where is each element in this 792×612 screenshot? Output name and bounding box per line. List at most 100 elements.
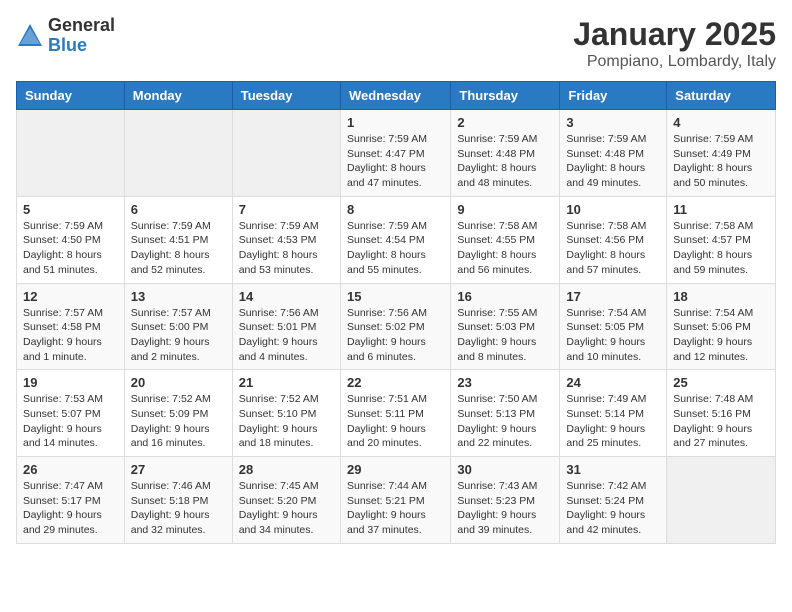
day-number: 13 xyxy=(131,289,226,304)
calendar-cell: 28 Sunrise: 7:45 AM Sunset: 5:20 PM Dayli… xyxy=(232,457,340,544)
day-number: 23 xyxy=(457,375,553,390)
calendar-week-row: 12 Sunrise: 7:57 AM Sunset: 4:58 PM Dayli… xyxy=(17,283,776,370)
calendar-week-row: 5 Sunrise: 7:59 AM Sunset: 4:50 PM Daylig… xyxy=(17,196,776,283)
day-number: 19 xyxy=(23,375,118,390)
day-info: Sunrise: 7:51 AM Sunset: 5:11 PM Dayligh… xyxy=(347,392,444,451)
day-number: 16 xyxy=(457,289,553,304)
calendar-cell: 31Sunrise: 7:42 AM Sunset: 5:24 PM Dayli… xyxy=(560,457,667,544)
day-info: Sunrise: 7:58 AM Sunset: 4:57 PM Dayligh… xyxy=(673,219,769,278)
day-info: Sunrise: 7:45 AM Sunset: 5:20 PM Dayligh… xyxy=(239,479,334,538)
day-info: Sunrise: 7:54 AM Sunset: 5:06 PM Dayligh… xyxy=(673,306,769,365)
calendar-cell: 26Sunrise: 7:47 AM Sunset: 5:17 PM Dayli… xyxy=(17,457,125,544)
day-info: Sunrise: 7:52 AM Sunset: 5:10 PM Dayligh… xyxy=(239,392,334,451)
calendar-table: SundayMondayTuesdayWednesdayThursdayFrid… xyxy=(16,81,776,544)
calendar-header-row: SundayMondayTuesdayWednesdayThursdayFrid… xyxy=(17,82,776,110)
day-number: 14 xyxy=(239,289,334,304)
day-number: 5 xyxy=(23,202,118,217)
calendar-cell xyxy=(17,110,125,197)
logo: General Blue xyxy=(16,16,115,56)
day-info: Sunrise: 7:54 AM Sunset: 5:05 PM Dayligh… xyxy=(566,306,660,365)
column-header-tuesday: Tuesday xyxy=(232,82,340,110)
day-number: 20 xyxy=(131,375,226,390)
day-info: Sunrise: 7:53 AM Sunset: 5:07 PM Dayligh… xyxy=(23,392,118,451)
calendar-cell: 8 Sunrise: 7:59 AM Sunset: 4:54 PM Daylig… xyxy=(340,196,450,283)
calendar-cell: 5 Sunrise: 7:59 AM Sunset: 4:50 PM Daylig… xyxy=(17,196,125,283)
day-info: Sunrise: 7:58 AM Sunset: 4:56 PM Dayligh… xyxy=(566,219,660,278)
calendar-cell: 13 Sunrise: 7:57 AM Sunset: 5:00 PM Dayli… xyxy=(124,283,232,370)
day-number: 29 xyxy=(347,462,444,477)
column-header-monday: Monday xyxy=(124,82,232,110)
day-info: Sunrise: 7:46 AM Sunset: 5:18 PM Dayligh… xyxy=(131,479,226,538)
logo-blue-text: Blue xyxy=(48,36,115,56)
calendar-cell: 23 Sunrise: 7:50 AM Sunset: 5:13 PM Dayli… xyxy=(451,370,560,457)
day-info: Sunrise: 7:48 AM Sunset: 5:16 PM Dayligh… xyxy=(673,392,769,451)
calendar-cell: 7 Sunrise: 7:59 AM Sunset: 4:53 PM Daylig… xyxy=(232,196,340,283)
calendar-cell: 12 Sunrise: 7:57 AM Sunset: 4:58 PM Dayli… xyxy=(17,283,125,370)
day-info: Sunrise: 7:55 AM Sunset: 5:03 PM Dayligh… xyxy=(457,306,553,365)
column-header-sunday: Sunday xyxy=(17,82,125,110)
calendar-cell: 4Sunrise: 7:59 AM Sunset: 4:49 PM Daylig… xyxy=(667,110,776,197)
day-number: 28 xyxy=(239,462,334,477)
calendar-cell: 10 Sunrise: 7:58 AM Sunset: 4:56 PM Dayli… xyxy=(560,196,667,283)
calendar-cell: 3Sunrise: 7:59 AM Sunset: 4:48 PM Daylig… xyxy=(560,110,667,197)
day-info: Sunrise: 7:59 AM Sunset: 4:50 PM Dayligh… xyxy=(23,219,118,278)
calendar-cell: 2 Sunrise: 7:59 AM Sunset: 4:48 PM Daylig… xyxy=(451,110,560,197)
calendar-cell: 19 Sunrise: 7:53 AM Sunset: 5:07 PM Dayli… xyxy=(17,370,125,457)
day-number: 30 xyxy=(457,462,553,477)
calendar-cell: 27 Sunrise: 7:46 AM Sunset: 5:18 PM Dayli… xyxy=(124,457,232,544)
calendar-cell: 29 Sunrise: 7:44 AM Sunset: 5:21 PM Dayli… xyxy=(340,457,450,544)
calendar-cell: 25 Sunrise: 7:48 AM Sunset: 5:16 PM Dayli… xyxy=(667,370,776,457)
day-number: 27 xyxy=(131,462,226,477)
day-info: Sunrise: 7:57 AM Sunset: 5:00 PM Dayligh… xyxy=(131,306,226,365)
calendar-cell: 17 Sunrise: 7:54 AM Sunset: 5:05 PM Dayli… xyxy=(560,283,667,370)
calendar-cell: 15Sunrise: 7:56 AM Sunset: 5:02 PM Dayli… xyxy=(340,283,450,370)
day-number: 31 xyxy=(566,462,660,477)
day-info: Sunrise: 7:59 AM Sunset: 4:48 PM Dayligh… xyxy=(457,132,553,191)
column-header-saturday: Saturday xyxy=(667,82,776,110)
day-info: Sunrise: 7:49 AM Sunset: 5:14 PM Dayligh… xyxy=(566,392,660,451)
calendar-cell xyxy=(232,110,340,197)
day-info: Sunrise: 7:52 AM Sunset: 5:09 PM Dayligh… xyxy=(131,392,226,451)
calendar-cell xyxy=(124,110,232,197)
day-info: Sunrise: 7:43 AM Sunset: 5:23 PM Dayligh… xyxy=(457,479,553,538)
day-number: 24 xyxy=(566,375,660,390)
day-number: 9 xyxy=(457,202,553,217)
day-number: 10 xyxy=(566,202,660,217)
day-info: Sunrise: 7:59 AM Sunset: 4:47 PM Dayligh… xyxy=(347,132,444,191)
calendar-cell: 6Sunrise: 7:59 AM Sunset: 4:51 PM Daylig… xyxy=(124,196,232,283)
calendar-week-row: 26Sunrise: 7:47 AM Sunset: 5:17 PM Dayli… xyxy=(17,457,776,544)
calendar-week-row: 1Sunrise: 7:59 AM Sunset: 4:47 PM Daylig… xyxy=(17,110,776,197)
day-info: Sunrise: 7:50 AM Sunset: 5:13 PM Dayligh… xyxy=(457,392,553,451)
day-number: 25 xyxy=(673,375,769,390)
day-number: 11 xyxy=(673,202,769,217)
calendar-cell: 20 Sunrise: 7:52 AM Sunset: 5:09 PM Dayli… xyxy=(124,370,232,457)
title-block: January 2025 Pompiano, Lombardy, Italy xyxy=(573,16,776,71)
calendar-cell: 30 Sunrise: 7:43 AM Sunset: 5:23 PM Dayli… xyxy=(451,457,560,544)
day-info: Sunrise: 7:59 AM Sunset: 4:54 PM Dayligh… xyxy=(347,219,444,278)
day-number: 17 xyxy=(566,289,660,304)
day-info: Sunrise: 7:58 AM Sunset: 4:55 PM Dayligh… xyxy=(457,219,553,278)
day-number: 8 xyxy=(347,202,444,217)
day-info: Sunrise: 7:44 AM Sunset: 5:21 PM Dayligh… xyxy=(347,479,444,538)
day-number: 2 xyxy=(457,115,553,130)
calendar-week-row: 19 Sunrise: 7:53 AM Sunset: 5:07 PM Dayli… xyxy=(17,370,776,457)
calendar-cell: 22Sunrise: 7:51 AM Sunset: 5:11 PM Dayli… xyxy=(340,370,450,457)
day-number: 12 xyxy=(23,289,118,304)
location-title: Pompiano, Lombardy, Italy xyxy=(573,53,776,71)
day-number: 7 xyxy=(239,202,334,217)
day-info: Sunrise: 7:59 AM Sunset: 4:48 PM Dayligh… xyxy=(566,132,660,191)
day-info: Sunrise: 7:56 AM Sunset: 5:01 PM Dayligh… xyxy=(239,306,334,365)
day-info: Sunrise: 7:57 AM Sunset: 4:58 PM Dayligh… xyxy=(23,306,118,365)
logo-icon xyxy=(16,22,44,50)
day-info: Sunrise: 7:59 AM Sunset: 4:53 PM Dayligh… xyxy=(239,219,334,278)
column-header-friday: Friday xyxy=(560,82,667,110)
month-title: January 2025 xyxy=(573,16,776,53)
calendar-cell: 14 Sunrise: 7:56 AM Sunset: 5:01 PM Dayli… xyxy=(232,283,340,370)
calendar-cell: 21Sunrise: 7:52 AM Sunset: 5:10 PM Dayli… xyxy=(232,370,340,457)
day-number: 18 xyxy=(673,289,769,304)
day-number: 6 xyxy=(131,202,226,217)
day-number: 15 xyxy=(347,289,444,304)
logo-text: General Blue xyxy=(48,16,115,56)
calendar-cell: 9 Sunrise: 7:58 AM Sunset: 4:55 PM Daylig… xyxy=(451,196,560,283)
calendar-cell: 1Sunrise: 7:59 AM Sunset: 4:47 PM Daylig… xyxy=(340,110,450,197)
